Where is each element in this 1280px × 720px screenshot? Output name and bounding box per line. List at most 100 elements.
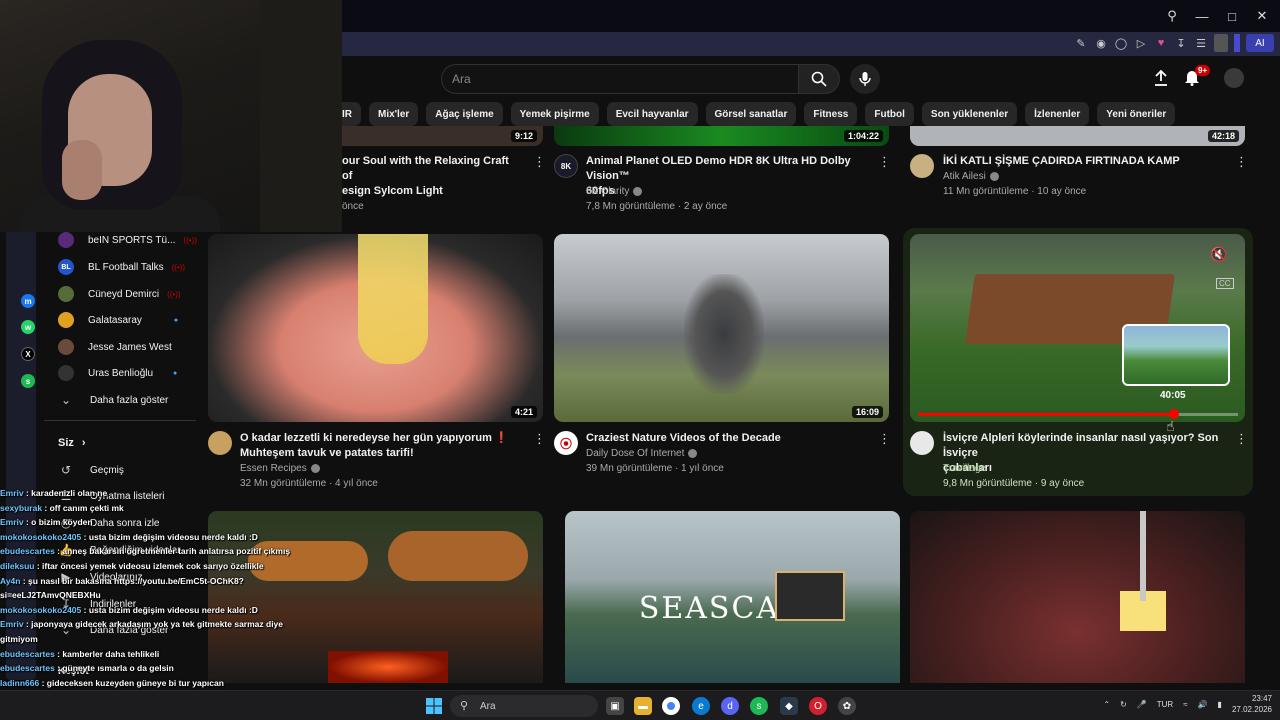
chat-username[interactable]: ebudescartes (0, 649, 55, 659)
clock[interactable]: 23:47 27.02.2026 (1232, 693, 1272, 715)
video-thumbnail[interactable]: 9:12 (342, 126, 543, 146)
video-thumbnail[interactable]: 42:18 (910, 126, 1245, 146)
chat-username[interactable]: ebudescartes (0, 663, 55, 673)
video-title[interactable]: Craziest Nature Videos of the Decade (586, 431, 870, 446)
channel-avatar[interactable] (910, 154, 934, 178)
channel-avatar[interactable]: ⦿ (554, 431, 578, 455)
chip[interactable]: İzlenenler (1025, 102, 1090, 126)
profile-icon[interactable] (1214, 34, 1228, 52)
channel-name[interactable]: 8K Clarity (586, 184, 643, 199)
chat-username[interactable]: sexyburak (0, 503, 42, 513)
channel-name[interactable]: Essen Recipes (240, 461, 320, 476)
more-options-icon[interactable]: ⋮ (1235, 153, 1248, 171)
spotify-icon[interactable]: s (21, 374, 35, 388)
file-explorer-icon[interactable]: ▬ (634, 697, 652, 715)
windows-start-icon[interactable] (424, 696, 444, 716)
video-title[interactable]: O kadar lezzetli ki neredeyse her gün ya… (240, 431, 530, 461)
video-thumbnail[interactable]: 4:21 (208, 234, 543, 422)
search-icon[interactable]: ⚲ (1164, 6, 1180, 26)
video-title[interactable]: İKİ KATLI ŞİŞME ÇADIRDA FIRTINADA KAMP (943, 154, 1233, 169)
chat-username[interactable]: Emriv (0, 488, 24, 498)
x-icon[interactable]: X (21, 347, 35, 361)
chip[interactable]: Futbol (865, 102, 914, 126)
sidebar-item-history[interactable]: ↺ Geçmiş (58, 461, 124, 479)
chat-username[interactable]: mokokosokoko2405 (0, 605, 81, 615)
language-indicator[interactable]: TUR (1157, 700, 1173, 709)
show-more-button[interactable]: ⌄ Daha fazla göster (58, 391, 168, 409)
sidebar-item-subscription[interactable]: BL BL Football Talks ((•)) (58, 257, 185, 277)
video-thumbnail[interactable]: 16:09 (554, 234, 889, 422)
upload-icon[interactable] (1151, 68, 1171, 88)
more-options-icon[interactable]: ⋮ (878, 430, 891, 448)
channel-avatar[interactable] (208, 431, 232, 455)
channel-name[interactable]: Travillage (943, 461, 986, 476)
sidebar-item-subscription[interactable]: Uras Benlioğlu ● (58, 363, 177, 383)
volume-icon[interactable]: 🔊 (1198, 700, 1208, 709)
edge-icon[interactable]: e (692, 697, 710, 715)
video-thumbnail[interactable] (910, 511, 1245, 683)
video-title[interactable]: our Soul with the Relaxing Craft of esign… (342, 154, 522, 199)
whatsapp-icon[interactable]: w (21, 320, 35, 334)
channel-name[interactable]: Daily Dose Of Internet (586, 446, 698, 461)
task-view-icon[interactable]: ▣ (606, 697, 624, 715)
sidebar-item-subscription[interactable]: Cüneyd Demirci ((•)) (58, 284, 181, 304)
opera-icon[interactable]: O (809, 697, 827, 715)
chip[interactable]: Fitness (804, 102, 858, 126)
account-avatar[interactable] (1224, 68, 1244, 88)
chat-username[interactable]: mokokosokoko2405 (0, 532, 81, 542)
chrome-icon[interactable] (662, 697, 680, 715)
battery-icon[interactable]: ▮ (1218, 700, 1222, 709)
play-icon[interactable]: ▷ (1134, 34, 1148, 52)
chat-username[interactable]: ebudescartes (0, 546, 55, 556)
you-section-header[interactable]: Siz › (58, 434, 86, 452)
chat-username[interactable]: dileksuu (0, 561, 34, 571)
chip[interactable]: Ağaç işleme (426, 102, 503, 126)
more-options-icon[interactable]: ⋮ (533, 430, 546, 448)
chip[interactable]: Yeni öneriler (1097, 102, 1176, 126)
chip[interactable]: Yemek pişirme (510, 102, 599, 126)
chip[interactable]: Mix'ler (369, 102, 419, 126)
captions-icon[interactable]: CC (1216, 278, 1234, 289)
more-options-icon[interactable]: ⋮ (533, 153, 546, 171)
chat-username[interactable]: Emriv (0, 517, 24, 527)
more-options-icon[interactable]: ⋮ (1235, 430, 1248, 448)
edit-icon[interactable]: ✎ (1074, 34, 1088, 52)
chat-username[interactable]: Ay4n (0, 576, 20, 586)
taskbar-search[interactable]: ⚲ Ara (450, 695, 598, 717)
chip[interactable]: IR (342, 102, 361, 126)
chat-username[interactable]: ladinn666 (0, 678, 39, 688)
spotify-icon[interactable]: s (750, 697, 768, 715)
maximize-icon[interactable]: □ (1224, 6, 1240, 26)
more-options-icon[interactable]: ⋮ (878, 153, 891, 171)
chip[interactable]: Evcil hayvanlar (606, 102, 698, 126)
chat-username[interactable]: Emriv (0, 619, 24, 629)
video-thumbnail[interactable]: 1:04:22 (554, 126, 889, 146)
minimize-icon[interactable]: — (1194, 6, 1210, 26)
chevron-up-icon[interactable]: ⌃ (1103, 700, 1110, 709)
progress-bar[interactable] (918, 409, 1238, 419)
sidebar-icon[interactable] (1234, 34, 1240, 52)
channel-name[interactable]: Atik Ailesi (943, 169, 999, 184)
video-thumbnail[interactable]: SEASCAPE (565, 511, 900, 683)
ai-button[interactable]: AI (1246, 34, 1274, 52)
sidebar-item-subscription[interactable]: Galatasaray ● (58, 310, 178, 330)
network-icon[interactable]: ↻ (1120, 700, 1127, 709)
channel-avatar[interactable]: 8K (554, 154, 578, 178)
search-input[interactable]: Ara (441, 64, 799, 94)
camera-icon[interactable]: ◉ (1094, 34, 1108, 52)
discord-icon[interactable]: d (721, 697, 739, 715)
heart-icon[interactable]: ♥ (1154, 34, 1168, 52)
channel-avatar[interactable] (910, 431, 934, 455)
chip[interactable]: Son yüklenenler (921, 102, 1018, 126)
menu-icon[interactable]: ☰ (1194, 34, 1208, 52)
wifi-icon[interactable]: ≈ (1183, 700, 1187, 709)
shield-icon[interactable]: ◯ (1114, 34, 1128, 52)
chip[interactable]: Görsel sanatlar (705, 102, 797, 126)
messenger-icon[interactable]: m (21, 294, 35, 308)
sidebar-item-subscription[interactable]: Jesse James West (58, 337, 172, 357)
voice-search-button[interactable] (850, 64, 880, 94)
sidebar-item-subscription[interactable]: beIN SPORTS Tü... ((•)) (58, 230, 197, 250)
app-icon[interactable]: ✿ (838, 697, 856, 715)
download-icon[interactable]: ↧ (1174, 34, 1188, 52)
mute-icon[interactable]: 🔇 (1210, 246, 1227, 263)
